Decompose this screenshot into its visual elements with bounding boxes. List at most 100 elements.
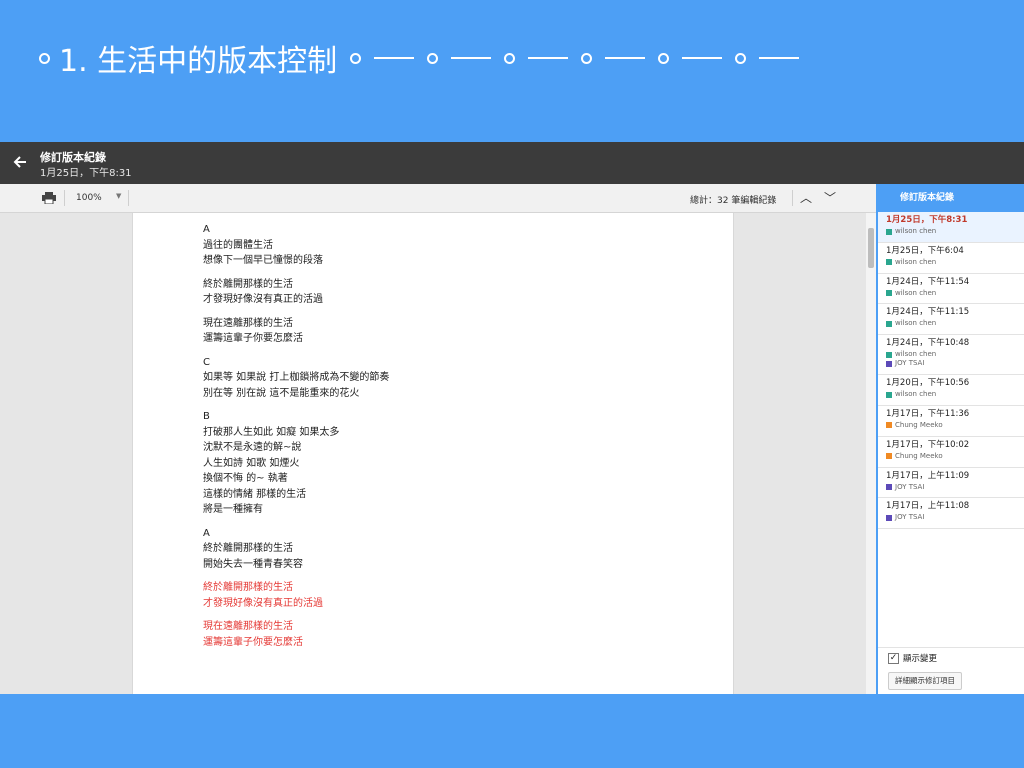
editor-name: JOY TSAI: [895, 359, 925, 368]
revision-timestamp: 1月25日，下午6:04: [886, 245, 964, 256]
slide-title-row: 1. 生活中的版本控制: [30, 36, 803, 80]
revision-timestamp: 1月17日，上午11:08: [886, 501, 970, 512]
revision-item[interactable]: 1月25日，下午8:31 wilson chen: [878, 212, 1024, 243]
revision-timestamp: 1月24日，下午11:15: [886, 307, 970, 318]
document-area: A 過往的團體生活 想像下一個早已憧憬的段落 終於離開那樣的生活 才發現好像沒有真正的活…: [0, 213, 876, 694]
caret-down-icon[interactable]: ▼: [116, 192, 121, 200]
zoom-select[interactable]: 100%: [76, 193, 102, 203]
document-line: 終於離開那樣的生活: [203, 582, 293, 593]
arrow-left-icon[interactable]: [10, 152, 30, 172]
chevron-up-icon[interactable]: ︿: [800, 189, 812, 206]
document-line: 想像下一個早已憧憬的段落: [203, 255, 323, 266]
document-line: 打破那人生如此 如癡 如果太多: [203, 426, 340, 438]
revision-editor: wilson chen: [886, 289, 1024, 298]
revision-editor: JOY TSAI: [886, 513, 1024, 522]
revision-item[interactable]: 1月24日，下午11:54 wilson chen: [878, 274, 1024, 305]
show-detailed-revisions-button[interactable]: 詳細顯示修訂項目: [888, 672, 962, 690]
document-line: B: [203, 411, 210, 422]
revision-editor: Chung Meeko: [886, 421, 1024, 430]
editor-name: JOY TSAI: [895, 513, 925, 522]
revision-editor: wilson chen: [886, 390, 1024, 399]
revision-item[interactable]: 1月24日，下午10:48 wilson chen JOY TSAI: [878, 335, 1024, 376]
document-text: A 過往的團體生活 想像下一個早已憧憬的段落 終於離開那樣的生活 才發現好像沒有真正的活…: [203, 222, 389, 650]
revision-timestamp: 1月17日，下午10:02: [886, 439, 970, 450]
document-line: 換個不悔 的~ 執著: [203, 473, 288, 484]
editor-color-swatch: [886, 422, 892, 429]
editor-name: wilson chen: [895, 257, 937, 266]
revision-footer: ✓ 顯示變更 詳細顯示修訂項目: [878, 647, 1024, 694]
document-line: A: [203, 224, 210, 235]
show-changes-toggle[interactable]: ✓ 顯示變更: [888, 652, 937, 664]
revision-editor: JOY TSAI: [886, 483, 1024, 492]
editor-name: Chung Meeko: [895, 420, 943, 429]
revision-timestamp: 1月25日，下午8:31: [886, 215, 968, 225]
editor-color-swatch: [886, 351, 892, 358]
document-line: 將是一種擁有: [203, 504, 263, 515]
editor-color-swatch: [886, 228, 892, 235]
revision-editor: wilson chen: [886, 258, 1024, 267]
revision-item[interactable]: 1月17日，下午10:02 Chung Meeko: [878, 437, 1024, 468]
scrollbar-thumb[interactable]: [868, 228, 874, 268]
editor-name: Chung Meeko: [895, 451, 943, 460]
document-line: A: [203, 527, 210, 539]
document-line: 現在遠離那樣的生活: [203, 317, 293, 329]
circle-bullet-icon: [735, 52, 747, 64]
revision-list-header: 修訂版本紀錄: [878, 184, 1024, 212]
editor-name: JOY TSAI: [895, 482, 925, 491]
circle-bullet-icon: [350, 52, 362, 64]
revision-item[interactable]: 1月17日，下午11:36 Chung Meeko: [878, 406, 1024, 437]
circle-bullet-icon: [658, 52, 670, 64]
editor-color-swatch: [886, 320, 892, 327]
document-line: 才發現好像沒有真正的活過: [203, 294, 323, 305]
revision-list: 1月25日，下午8:31 wilson chen 1月25日，下午6:04 wilso…: [878, 212, 1024, 530]
scrollbar[interactable]: [866, 213, 876, 694]
revision-subtitle: 1月25日，下午8:31: [40, 168, 132, 179]
document-line: 別在等 別在說 這不是能重來的花火: [203, 387, 360, 399]
revision-editor: wilson chen: [886, 319, 1024, 328]
editor-color-swatch: [886, 484, 892, 491]
document-line: 如果等 如果說 打上枷鎖將成為不變的節奏: [203, 372, 390, 383]
dash-decoration: [682, 57, 723, 59]
toolbar-divider: [792, 190, 793, 206]
total-edits-count: 總計：32 筆編輯紀錄: [690, 196, 777, 206]
revision-item[interactable]: 1月17日，上午11:09 JOY TSAI: [878, 468, 1024, 499]
dash-decoration: [759, 57, 800, 59]
document-line: 這樣的情緒 那樣的生活: [203, 488, 307, 500]
document-line: 現在遠離那樣的生活: [203, 621, 293, 632]
document-line: 終於離開那樣的生活: [203, 543, 293, 554]
show-changes-label: 顯示變更: [903, 654, 938, 664]
revision-editor: wilson chen: [886, 350, 1024, 359]
revision-timestamp: 1月24日，下午11:54: [886, 276, 970, 287]
editor-color-swatch: [886, 514, 892, 521]
show-changes-checkbox[interactable]: ✓: [888, 652, 899, 664]
circle-bullet-icon: [581, 52, 593, 64]
dash-decoration: [451, 57, 492, 59]
revision-item[interactable]: 1月20日，下午10:56 wilson chen: [878, 375, 1024, 406]
document-line: C: [203, 356, 210, 368]
revision-timestamp: 1月17日，下午11:36: [886, 408, 970, 419]
revision-item[interactable]: 1月24日，下午11:15 wilson chen: [878, 304, 1024, 336]
circle-bullet-icon: [427, 52, 439, 64]
document-line: 沈默不是永遠的解~說: [203, 442, 302, 453]
revision-item[interactable]: 1月25日，下午6:04 wilson chen: [878, 243, 1024, 274]
revision-timestamp: 1月20日，下午10:56: [886, 378, 970, 389]
document-line: 人生如詩 如歌 如煙火: [203, 457, 300, 469]
chevron-down-icon[interactable]: ﹀: [824, 189, 836, 206]
dash-decoration: [374, 57, 415, 59]
toolbar-divider: [64, 190, 65, 206]
document-line: 運籌這輩子你要怎麼活: [203, 636, 303, 648]
editor-name: wilson chen: [895, 227, 937, 235]
editor-color-swatch: [886, 391, 892, 398]
revision-item[interactable]: 1月17日，上午11:08 JOY TSAI: [878, 498, 1024, 530]
document-line: 運籌這輩子你要怎麼活: [203, 333, 303, 344]
circle-bullet-icon: [504, 52, 516, 64]
dash-decoration: [528, 57, 569, 59]
revision-history-screenshot: 修訂版本紀錄 1月25日，下午8:31 100% ▼ 總計：32 筆編輯紀錄 ︿…: [0, 142, 1024, 694]
document-line: 終於離開那樣的生活: [203, 278, 293, 290]
print-icon[interactable]: [42, 192, 56, 204]
editor-name: wilson chen: [895, 288, 937, 297]
